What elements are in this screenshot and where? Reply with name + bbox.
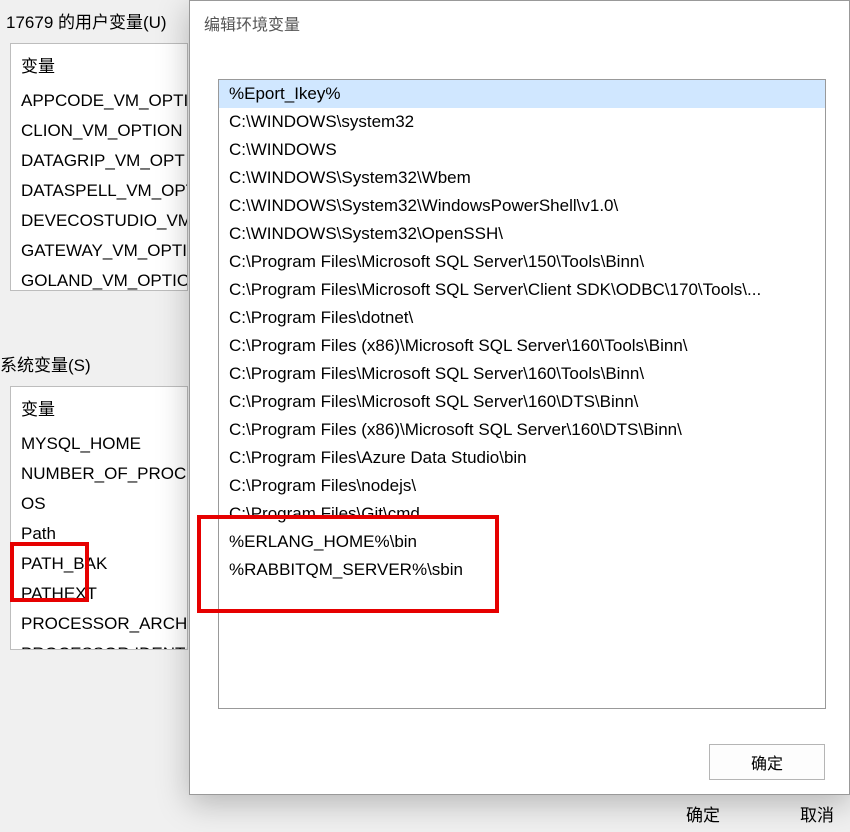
user-var-row[interactable]: APPCODE_VM_OPTI bbox=[11, 86, 187, 116]
user-var-row[interactable]: GOLAND_VM_OPTIO bbox=[11, 266, 187, 291]
dialog-title: 编辑环境变量 bbox=[190, 1, 849, 43]
path-entry-row[interactable]: C:\Program Files\nodejs\ bbox=[219, 472, 825, 500]
system-vars-listbox[interactable]: 变量 MYSQL_HOME NUMBER_OF_PROC OS Path PAT… bbox=[10, 386, 188, 650]
ok-button[interactable]: 确定 bbox=[709, 744, 825, 780]
dialog-buttons: 确定 bbox=[709, 744, 825, 780]
path-entry-row[interactable]: C:\Program Files\Git\cmd bbox=[219, 500, 825, 528]
path-entries-list[interactable]: %Eport_Ikey% C:\WINDOWS\system32 C:\WIND… bbox=[218, 79, 826, 709]
system-var-row[interactable]: MYSQL_HOME bbox=[11, 429, 187, 459]
system-var-row[interactable]: NUMBER_OF_PROC bbox=[11, 459, 187, 489]
path-entry-row[interactable]: C:\Program Files (x86)\Microsoft SQL Ser… bbox=[219, 416, 825, 444]
system-var-row[interactable]: PATHEXT bbox=[11, 579, 187, 609]
path-entry-row[interactable]: C:\Program Files\Microsoft SQL Server\16… bbox=[219, 388, 825, 416]
path-entry-row[interactable]: C:\WINDOWS\system32 bbox=[219, 108, 825, 136]
path-entry-row[interactable]: %RABBITQM_SERVER%\sbin bbox=[219, 556, 825, 584]
system-var-row-path[interactable]: Path bbox=[11, 519, 187, 549]
path-entry-row[interactable]: C:\Program Files\dotnet\ bbox=[219, 304, 825, 332]
path-entry-row[interactable]: C:\WINDOWS\System32\OpenSSH\ bbox=[219, 220, 825, 248]
system-var-row[interactable]: PATH_BAK bbox=[11, 549, 187, 579]
edit-env-var-dialog: 编辑环境变量 %Eport_Ikey% C:\WINDOWS\system32 … bbox=[189, 0, 850, 795]
user-var-row[interactable]: DATAGRIP_VM_OPT bbox=[11, 146, 187, 176]
path-entry-row[interactable]: C:\Program Files (x86)\Microsoft SQL Ser… bbox=[219, 332, 825, 360]
system-vars-header-variable: 变量 bbox=[11, 387, 187, 429]
path-entry-row[interactable]: C:\WINDOWS bbox=[219, 136, 825, 164]
cancel-label-back[interactable]: 取消 bbox=[800, 801, 834, 826]
user-var-row[interactable]: DATASPELL_VM_OPT bbox=[11, 176, 187, 206]
system-var-row[interactable]: PROCESSOR IDENTI bbox=[11, 639, 187, 650]
user-vars-listbox[interactable]: 变量 APPCODE_VM_OPTI CLION_VM_OPTION DATAG… bbox=[10, 43, 188, 291]
path-entry-row[interactable]: C:\WINDOWS\System32\WindowsPowerShell\v1… bbox=[219, 192, 825, 220]
path-entry-row[interactable]: C:\Program Files\Azure Data Studio\bin bbox=[219, 444, 825, 472]
user-var-row[interactable]: DEVECOSTUDIO_VM bbox=[11, 206, 187, 236]
path-entry-row[interactable]: C:\Program Files\Microsoft SQL Server\16… bbox=[219, 360, 825, 388]
path-entry-row[interactable]: C:\WINDOWS\System32\Wbem bbox=[219, 164, 825, 192]
user-var-row[interactable]: GATEWAY_VM_OPTI bbox=[11, 236, 187, 266]
system-var-row[interactable]: PROCESSOR_ARCHI bbox=[11, 609, 187, 639]
back-window-buttons: 确定 取消 bbox=[0, 801, 850, 826]
user-vars-header-variable: 变量 bbox=[11, 44, 187, 86]
system-var-row[interactable]: OS bbox=[11, 489, 187, 519]
user-var-row[interactable]: CLION_VM_OPTION bbox=[11, 116, 187, 146]
path-entry-row[interactable]: %ERLANG_HOME%\bin bbox=[219, 528, 825, 556]
path-entry-row[interactable]: %Eport_Ikey% bbox=[219, 80, 825, 108]
ok-label-back[interactable]: 确定 bbox=[686, 801, 720, 826]
path-entry-row[interactable]: C:\Program Files\Microsoft SQL Server\15… bbox=[219, 248, 825, 276]
path-entry-row[interactable]: C:\Program Files\Microsoft SQL Server\Cl… bbox=[219, 276, 825, 304]
